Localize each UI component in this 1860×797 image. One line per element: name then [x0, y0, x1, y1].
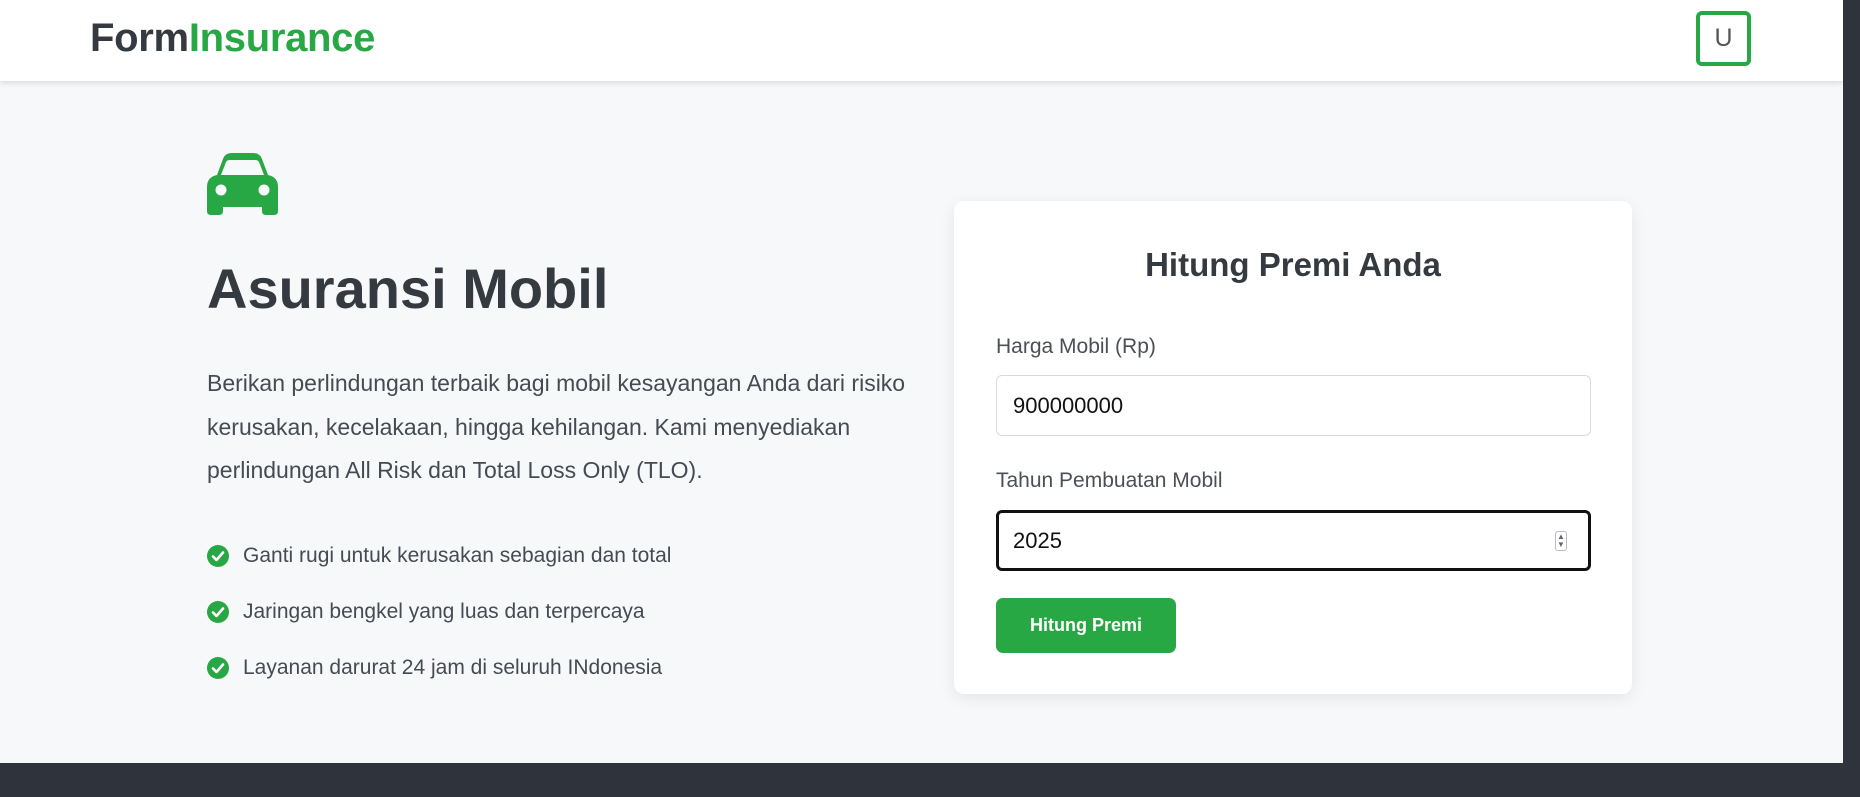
calculate-premium-button[interactable]: Hitung Premi	[996, 598, 1176, 653]
feature-text: Jaringan bengkel yang luas dan terpercay…	[243, 600, 645, 623]
page-description: Berikan perlindungan terbaik bagi mobil …	[207, 370, 906, 483]
site-header: FormInsurance U	[0, 0, 1843, 81]
user-avatar-button[interactable]: U	[1696, 11, 1751, 66]
car-year-label: Tahun Pembuatan Mobil	[996, 469, 1223, 492]
premium-calculator-card: Hitung Premi Anda Harga Mobil (Rp) Tahun…	[954, 201, 1632, 694]
feature-list: Ganti rugi untuk kerusakan sebagian dan …	[207, 528, 671, 696]
feature-item: Layanan darurat 24 jam di seluruh INdone…	[207, 640, 671, 696]
feature-text: Layanan darurat 24 jam di seluruh INdone…	[243, 656, 663, 679]
brand-logo[interactable]: FormInsurance	[90, 14, 375, 62]
chevron-down-icon[interactable]: ▼	[1557, 541, 1565, 549]
check-circle-icon	[207, 657, 229, 679]
feature-text: Ganti rugi untuk kerusakan sebagian dan …	[243, 544, 672, 567]
page-title: Asuransi Mobil	[207, 257, 609, 320]
car-price-input[interactable]	[996, 375, 1591, 436]
page-viewport: FormInsurance U Asuransi Mobil Berikan p…	[0, 0, 1843, 797]
logo-text-insurance: Insurance	[188, 16, 376, 60]
calculator-title: Hitung Premi Anda	[1145, 246, 1441, 283]
site-footer	[0, 763, 1843, 797]
car-icon	[207, 153, 278, 215]
check-circle-icon	[207, 601, 229, 623]
feature-item: Jaringan bengkel yang luas dan terpercay…	[207, 584, 671, 640]
logo-text-form: Form	[90, 16, 189, 60]
car-price-label: Harga Mobil (Rp)	[996, 335, 1156, 358]
car-year-input[interactable]	[996, 510, 1591, 571]
scrollbar[interactable]	[1843, 0, 1860, 797]
feature-item: Ganti rugi untuk kerusakan sebagian dan …	[207, 528, 671, 584]
year-stepper[interactable]: ▲ ▼	[1555, 531, 1567, 551]
check-circle-icon	[207, 545, 229, 567]
